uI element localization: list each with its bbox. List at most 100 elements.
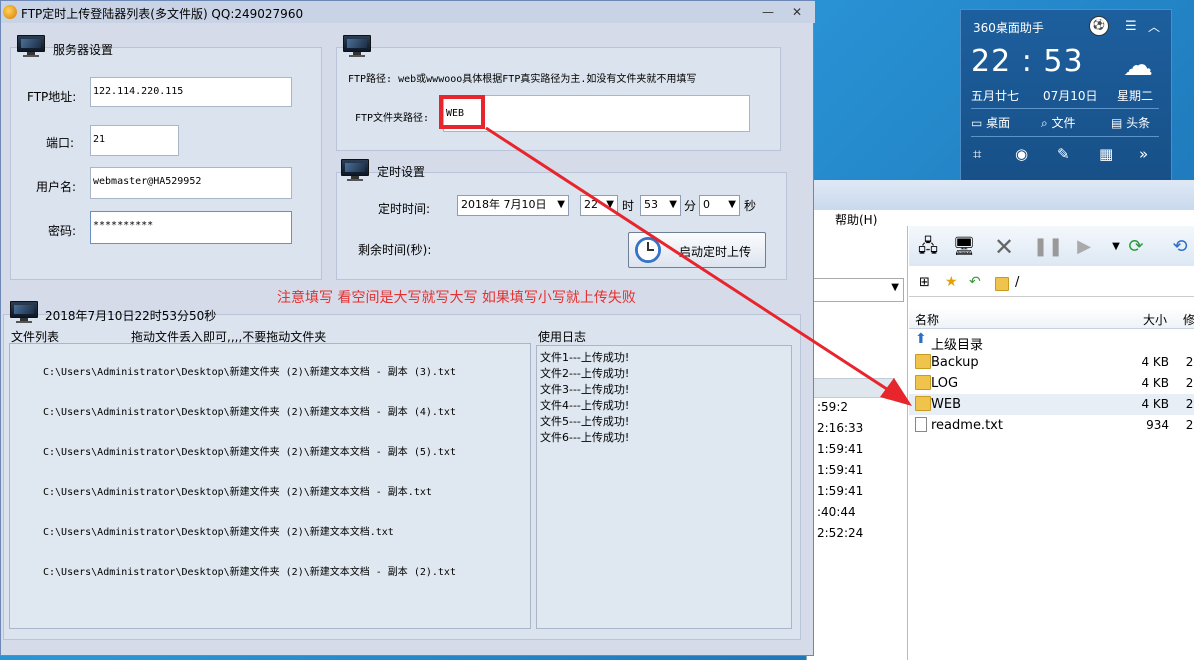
widget-link-desktop[interactable]: ▭ 桌面 bbox=[971, 114, 1010, 131]
list-item[interactable]: C:\Users\Administrator\Desktop\新建文件夹 (2)… bbox=[43, 523, 394, 538]
log-line: 文件3---上传成功! bbox=[540, 383, 630, 396]
col-size[interactable]: 大小 bbox=[1143, 311, 1167, 328]
hour-select[interactable]: 22 ▼ bbox=[580, 195, 618, 216]
widget-link-news[interactable]: ▤ 头条 bbox=[1111, 114, 1150, 131]
port-input[interactable]: 21 bbox=[90, 125, 179, 156]
table-row[interactable]: Backup 4 KB 20 bbox=[909, 352, 1194, 373]
hour-value: 22 bbox=[584, 198, 598, 211]
log-line: 文件2---上传成功! bbox=[540, 367, 630, 380]
row-date: 20 bbox=[1185, 376, 1194, 390]
warning-text: 注意填写 看空间是大写就写大写 如果填写小写就上传失败 bbox=[277, 290, 636, 306]
widget-link-label: 头条 bbox=[1126, 116, 1151, 130]
list-item[interactable]: C:\Users\Administrator\Desktop\新建文件夹 (2)… bbox=[43, 403, 456, 418]
second-select[interactable]: 0 ▼ bbox=[699, 195, 740, 216]
row-size: 4 KB bbox=[1141, 376, 1169, 390]
football-icon[interactable]: ⚽ bbox=[1089, 16, 1109, 36]
pause-icon[interactable]: ❚❚ bbox=[1033, 234, 1063, 260]
clock-icon bbox=[635, 237, 661, 263]
ftp-address-label: FTP地址: bbox=[27, 90, 77, 104]
cloud-icon: ☁ bbox=[1123, 48, 1153, 83]
widget-link-label: 桌面 bbox=[986, 116, 1011, 130]
window-title: FTP定时上传登陆器列表(多文件版) QQ:249027960 bbox=[21, 7, 304, 21]
log-title: 使用日志 bbox=[538, 330, 587, 344]
edit-icon[interactable]: ✎ bbox=[1057, 145, 1070, 163]
row-name: readme.txt bbox=[931, 418, 1003, 433]
row-size: 934 bbox=[1146, 418, 1169, 432]
menu-icon[interactable]: ☰ bbox=[1125, 19, 1137, 34]
local-time: 1:59:41 bbox=[817, 484, 864, 498]
ftp-folder-input[interactable]: WEB bbox=[443, 95, 750, 132]
up-arrow-icon: ⬆ bbox=[915, 331, 927, 347]
chevron-down-icon: ▼ bbox=[728, 199, 736, 210]
table-row[interactable]: WEB 4 KB 20 bbox=[909, 394, 1194, 415]
timer-time-label: 定时时间: bbox=[378, 202, 431, 216]
refresh-icon[interactable]: ⟲ bbox=[1167, 234, 1193, 260]
parent-directory-row[interactable]: ⬆ 上级目录 bbox=[909, 331, 1194, 353]
list-item[interactable]: C:\Users\Administrator\Desktop\新建文件夹 (2)… bbox=[43, 563, 456, 578]
collapse-icon[interactable]: ︿ bbox=[1148, 18, 1160, 35]
table-row[interactable]: LOG 4 KB 20 bbox=[909, 373, 1194, 394]
row-name: WEB bbox=[931, 397, 961, 412]
status-datetime: 2018年7月10日22时53分50秒 bbox=[45, 309, 217, 323]
date-picker[interactable]: 2018年 7月10日 ▼ bbox=[457, 195, 569, 216]
local-column-header bbox=[811, 378, 895, 398]
list-item[interactable]: C:\Users\Administrator\Desktop\新建文件夹 (2)… bbox=[43, 483, 432, 498]
monitor-icon bbox=[341, 159, 369, 181]
minute-value: 53 bbox=[644, 198, 658, 211]
hour-unit: 时 bbox=[622, 199, 635, 213]
ftp-address-input[interactable]: 122.114.220.115 bbox=[90, 77, 292, 107]
widget-weekday: 星期二 bbox=[1117, 89, 1154, 103]
list-item[interactable]: C:\Users\Administrator\Desktop\新建文件夹 (2)… bbox=[43, 363, 456, 378]
more-icon[interactable]: » bbox=[1139, 145, 1148, 163]
list-item[interactable]: C:\Users\Administrator\Desktop\新建文件夹 (2)… bbox=[43, 443, 456, 458]
start-timer-button[interactable]: 启动定时上传 bbox=[628, 232, 766, 268]
row-name: 上级目录 bbox=[931, 338, 984, 353]
star-icon[interactable]: ★ bbox=[945, 274, 958, 290]
eye-icon[interactable]: ◉ bbox=[1015, 145, 1028, 163]
row-date: 20 bbox=[1185, 418, 1194, 432]
minute-select[interactable]: 53 ▼ bbox=[640, 195, 681, 216]
local-path-combo[interactable]: ▼ bbox=[807, 278, 904, 302]
folder-icon bbox=[915, 396, 931, 411]
crop-icon[interactable]: ⌗ bbox=[973, 145, 981, 163]
back-icon[interactable]: ↶ bbox=[969, 274, 981, 290]
server-group-title: 服务器设置 bbox=[53, 43, 114, 57]
password-input[interactable]: ********** bbox=[90, 211, 292, 244]
second-unit: 秒 bbox=[744, 199, 757, 213]
play-icon[interactable]: ▶ bbox=[1071, 234, 1097, 260]
chevron-down-icon: ▼ bbox=[669, 199, 677, 210]
local-time: 2:16:33 bbox=[817, 421, 864, 435]
widget-title: 360桌面助手 bbox=[973, 21, 1044, 35]
layout-icon[interactable]: ⊞ bbox=[919, 275, 930, 290]
titlebar: FTP定时上传登陆器列表(多文件版) QQ:249027960 — ✕ bbox=[1, 1, 815, 23]
folder-icon bbox=[915, 354, 931, 369]
port-label: 端口: bbox=[46, 136, 75, 150]
start-timer-label: 启动定时上传 bbox=[679, 245, 752, 259]
table-row[interactable]: readme.txt 934 20 bbox=[909, 415, 1194, 436]
local-time: :40:44 bbox=[817, 505, 856, 519]
log-line: 文件1---上传成功! bbox=[540, 351, 630, 364]
log-line: 文件4---上传成功! bbox=[540, 399, 630, 412]
widget-link-file[interactable]: ⌕ 文件 bbox=[1041, 114, 1076, 131]
stop-icon[interactable]: ✕ bbox=[991, 234, 1017, 260]
col-date[interactable]: 修 bbox=[1183, 311, 1194, 328]
file-manager-toolbar: 🖧 🖥 ✕ ❚❚ ▶ ▼ ⟳ ⟲ bbox=[909, 226, 1194, 266]
local-time: :59:2 bbox=[817, 400, 848, 414]
minimize-button[interactable]: — bbox=[757, 3, 779, 21]
connect-icon[interactable]: 🖧 bbox=[915, 234, 941, 260]
file-manager-window: 帮助(H) ▼ :59:2 2:16:33 1:59:41 1:59:41 1:… bbox=[806, 180, 1194, 660]
username-input[interactable]: webmaster@HA529952 bbox=[90, 167, 292, 199]
timer-group-title: 定时设置 bbox=[377, 165, 426, 179]
remote-address-bar[interactable]: ⊞ ★ ↶ / bbox=[909, 272, 1194, 297]
widget-link-label: 文件 bbox=[1051, 116, 1076, 130]
row-size: 4 KB bbox=[1141, 355, 1169, 369]
download-icon[interactable]: ⟳ bbox=[1123, 234, 1149, 260]
minute-unit: 分 bbox=[684, 199, 697, 213]
ftp-path-hint: FTP路径: web或wwwooo具体根据FTP真实路径为主.如没有文件夹就不用… bbox=[348, 74, 697, 85]
col-name[interactable]: 名称 bbox=[915, 311, 939, 328]
password-label: 密码: bbox=[48, 224, 77, 238]
ftp-folder-label: FTP文件夹路径: bbox=[355, 113, 430, 124]
disconnect-icon[interactable]: 🖥 bbox=[951, 234, 977, 260]
close-button[interactable]: ✕ bbox=[786, 3, 808, 21]
calculator-icon[interactable]: ▦ bbox=[1099, 145, 1113, 163]
